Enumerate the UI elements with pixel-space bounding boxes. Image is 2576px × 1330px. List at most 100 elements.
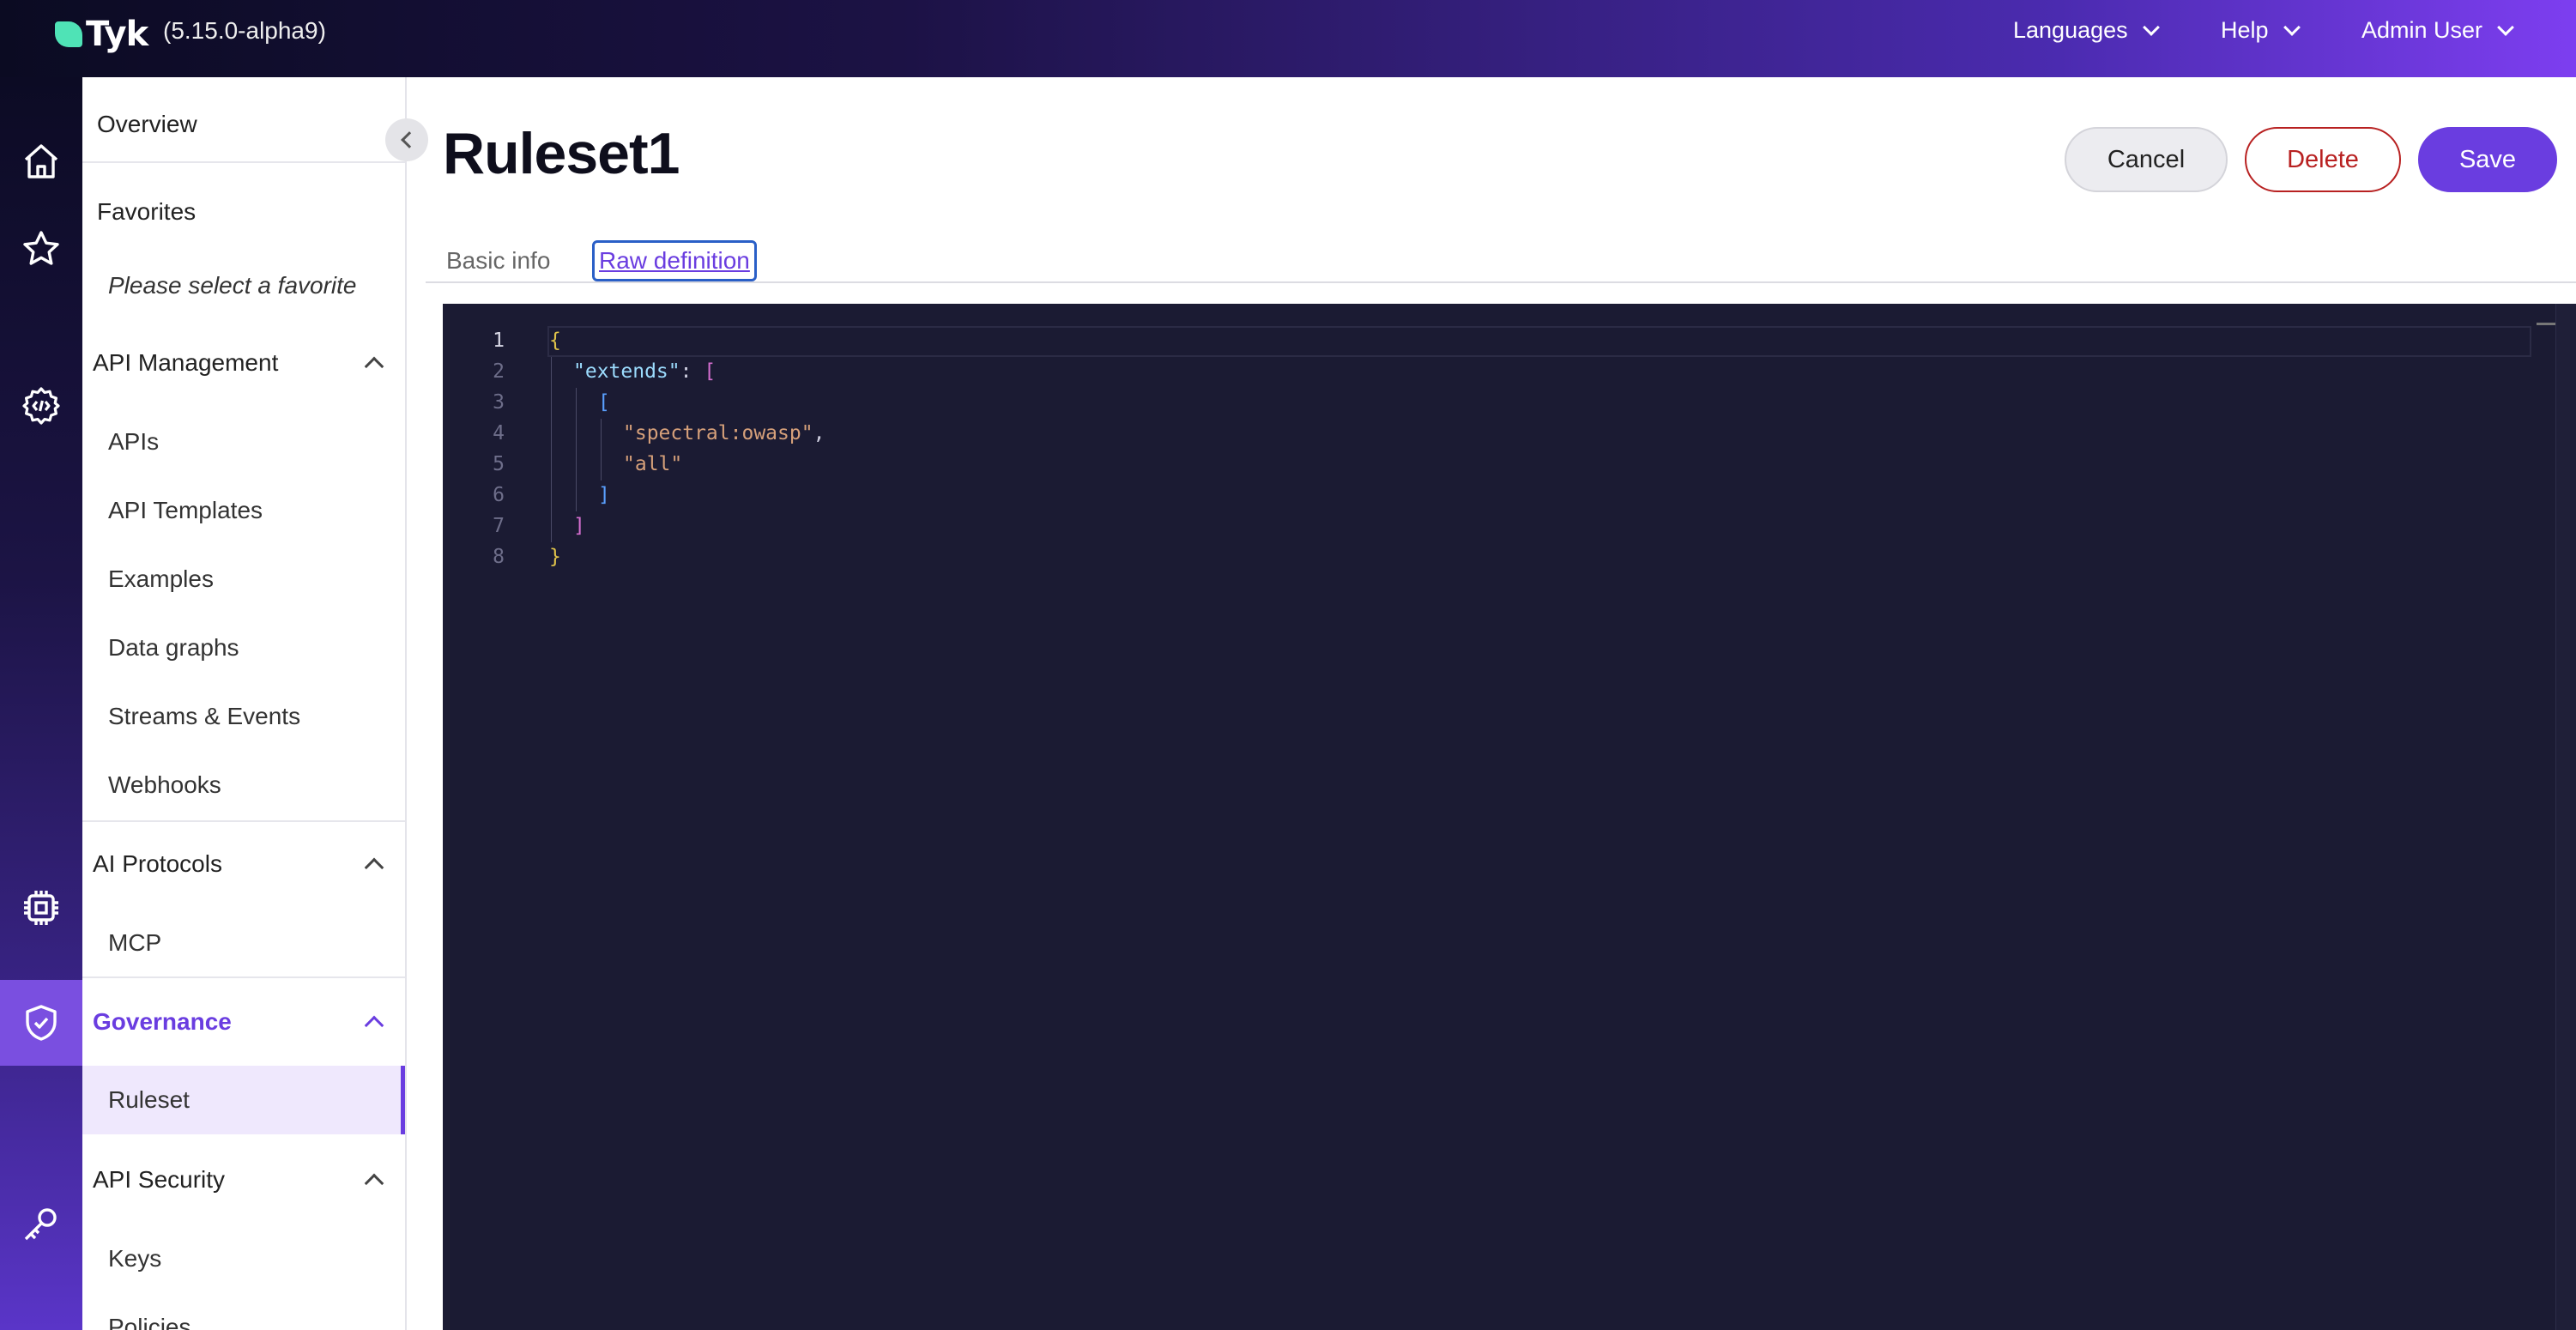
code-line-5: "all" [623, 453, 682, 475]
tabs-divider [426, 281, 2576, 283]
code-line-3: [ [598, 391, 610, 414]
code-line-1: { [549, 329, 561, 352]
indent-guide [576, 388, 577, 511]
line-number: 8 [493, 546, 505, 568]
save-button[interactable]: Save [2418, 127, 2557, 192]
tyk-logo-mark-icon [55, 21, 82, 47]
sidebar-item-api-templates[interactable]: API Templates [82, 489, 405, 532]
sidebar-item-label: API Templates [108, 497, 263, 523]
token: ] [598, 484, 610, 506]
shield-check-icon[interactable] [0, 980, 82, 1066]
languages-label: Languages [2013, 17, 2128, 43]
section-label: Governance [93, 1008, 232, 1035]
code-line-6: ] [598, 484, 610, 506]
section-governance[interactable]: Governance [82, 1001, 405, 1043]
section-ai-protocols[interactable]: AI Protocols [82, 843, 405, 886]
sidebar-item-label: Ruleset [108, 1086, 190, 1113]
token: : [680, 360, 704, 383]
page-title: Ruleset1 [443, 121, 680, 186]
code-line-2: "extends": [ [573, 360, 716, 383]
cancel-button[interactable]: Cancel [2065, 127, 2228, 192]
sidebar-item-label: APIs [108, 428, 160, 455]
token: { [549, 329, 561, 352]
tyk-logo[interactable]: Tyk [55, 15, 148, 54]
chevron-up-icon [364, 1015, 384, 1036]
sidebar-item-label: Overview [97, 111, 197, 137]
line-number: 1 [493, 329, 505, 352]
editor-scrollbar[interactable] [2555, 304, 2576, 1330]
code-line-8: } [549, 546, 561, 568]
delete-button[interactable]: Delete [2245, 127, 2401, 192]
user-menu[interactable]: Admin User [2361, 17, 2514, 44]
key-icon[interactable] [0, 1181, 82, 1267]
icon-rail [0, 77, 82, 1330]
chevron-down-icon [2283, 18, 2301, 36]
help-menu[interactable]: Help [2221, 17, 2301, 44]
chevron-up-icon [364, 1173, 384, 1194]
sidebar-item-label: Webhooks [108, 771, 221, 798]
indent-guide [601, 419, 602, 481]
sidebar-item-examples[interactable]: Examples [82, 558, 405, 601]
sidebar-item-favorites[interactable]: Favorites [82, 190, 405, 233]
sidebar-item-label: Examples [108, 565, 214, 592]
version-label: (5.15.0-alpha9) [163, 17, 326, 44]
home-icon[interactable] [0, 118, 82, 204]
minimap-marker [2537, 323, 2555, 325]
sidebar-item-ruleset[interactable]: Ruleset [82, 1066, 405, 1134]
chevron-left-icon [401, 131, 418, 148]
sidebar-item-policies[interactable]: Policies [82, 1306, 405, 1330]
divider [82, 820, 405, 822]
section-api-security[interactable]: API Security [82, 1158, 405, 1201]
section-label: API Management [93, 349, 279, 376]
logo-text: Tyk [86, 15, 148, 54]
sidebar-item-data-graphs[interactable]: Data graphs [82, 626, 405, 669]
token: ] [573, 515, 585, 537]
sidebar-item-keys[interactable]: Keys [82, 1237, 405, 1280]
chevron-down-icon [2497, 18, 2514, 36]
languages-menu[interactable]: Languages [2013, 17, 2160, 44]
section-label: API Security [93, 1166, 226, 1193]
sidebar-item-overview[interactable]: Overview [82, 103, 405, 146]
code-gear-icon[interactable] [0, 363, 82, 449]
top-bar: Tyk (5.15.0-alpha9) Languages Help Admin… [0, 0, 2576, 77]
token: "spectral:owasp" [623, 422, 813, 444]
line-number: 2 [493, 360, 505, 383]
line-number: 6 [493, 484, 505, 506]
sidebar-item-label: Data graphs [108, 634, 239, 661]
collapse-sidebar-button[interactable] [385, 118, 428, 161]
sidebar-item-label: MCP [108, 929, 162, 956]
sidebar-item-mcp[interactable]: MCP [82, 922, 405, 964]
sidebar-item-streams-events[interactable]: Streams & Events [82, 695, 405, 738]
line-number: 3 [493, 391, 505, 414]
divider [82, 161, 405, 163]
line-number: 4 [493, 422, 505, 444]
code-line-4: "spectral:owasp", [623, 422, 825, 444]
token: "all" [623, 453, 683, 475]
help-label: Help [2221, 17, 2269, 43]
code-editor[interactable]: 1 2 3 4 5 6 7 8 { "extends": [ [ "spectr… [443, 304, 2576, 1330]
indent-guide [551, 357, 552, 542]
star-icon[interactable] [0, 206, 82, 292]
chevron-down-icon [2142, 18, 2160, 36]
token: , [813, 422, 825, 444]
user-label: Admin User [2361, 17, 2483, 43]
tab-raw-definition[interactable]: Raw definition [592, 240, 757, 281]
token: [ [598, 391, 610, 414]
code-line-7: ] [573, 515, 585, 537]
token: [ [704, 360, 717, 383]
sidebar-item-apis[interactable]: APIs [82, 420, 405, 463]
tab-basic-info[interactable]: Basic info [446, 240, 550, 281]
sidebar-item-webhooks[interactable]: Webhooks [82, 764, 405, 807]
current-line-highlight [547, 326, 2531, 357]
line-number: 5 [493, 453, 505, 475]
favorites-placeholder-text: Please select a favorite [108, 272, 357, 299]
chip-icon[interactable] [0, 865, 82, 951]
sidebar-item-label: Favorites [97, 198, 197, 225]
sidebar-item-label: Keys [108, 1245, 162, 1272]
divider [82, 976, 405, 978]
token: "extends" [573, 360, 680, 383]
token: } [549, 546, 561, 568]
section-api-management[interactable]: API Management [82, 342, 405, 384]
sidebar: Overview Favorites Please select a favor… [82, 77, 407, 1330]
chevron-up-icon [364, 356, 384, 377]
